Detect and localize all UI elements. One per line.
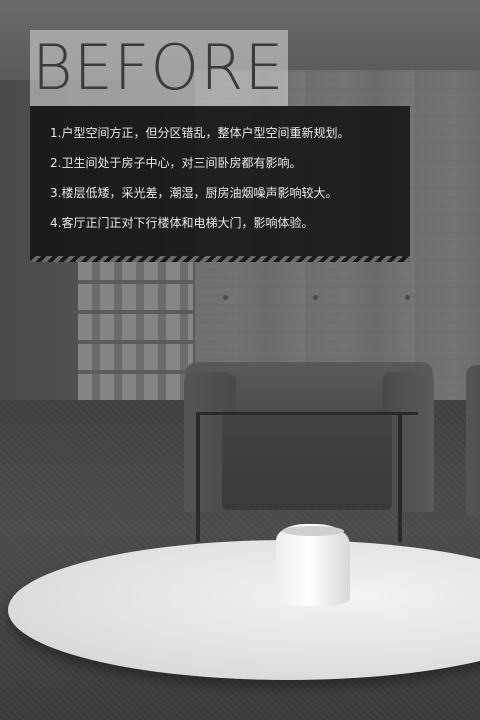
note-item: 4.客厅正门正对下行楼体和电梯大门，影响体验。: [50, 216, 314, 230]
wall-bolt: [405, 295, 410, 300]
hazard-stripe: [30, 256, 410, 262]
glass-vase: [276, 524, 350, 606]
wall-bolt: [223, 295, 228, 300]
armchair-leg: [196, 412, 200, 542]
notes-list: 1.户型空间方正，但分区错乱，整体户型空间重新规划。 2.卫生间处于房子中心，对…: [30, 106, 410, 238]
note-item: 2.卫生间处于房子中心，对三间卧房都有影响。: [50, 156, 302, 170]
page-title: BEFORE: [32, 31, 285, 104]
armchair-frame: [196, 412, 418, 415]
bookshelf: [78, 255, 193, 400]
armchair-leg: [398, 412, 402, 542]
notes-panel: 1.户型空间方正，但分区错乱，整体户型空间重新规划。 2.卫生间处于房子中心，对…: [30, 106, 410, 256]
wall-bolt: [313, 295, 318, 300]
note-item: 1.户型空间方正，但分区错乱，整体户型空间重新规划。: [50, 126, 350, 140]
note-item: 3.楼层低矮，采光差，潮湿，厨房油烟噪声影响较大。: [50, 186, 338, 200]
second-armchair: [466, 365, 480, 515]
armchair-seat: [222, 410, 392, 510]
